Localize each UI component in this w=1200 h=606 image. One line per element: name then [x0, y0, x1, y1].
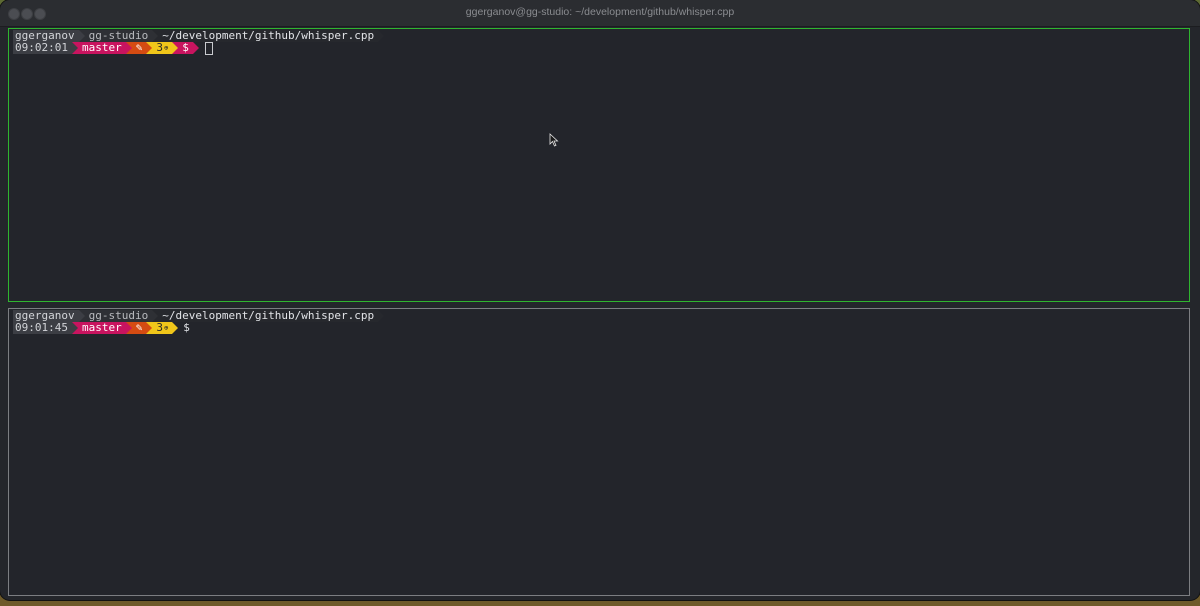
git-branch: master	[77, 322, 126, 334]
prompt-info-line: ggerganov gg-studio ~/development/github/w…	[13, 30, 385, 42]
prompt-symbol: $	[183, 321, 190, 334]
title-bar[interactable]: ggerganov@gg-studio: ~/development/githu…	[0, 0, 1200, 27]
git-status-count-value: 3	[156, 41, 163, 54]
terminal-window: ggerganov@gg-studio: ~/development/githu…	[0, 0, 1200, 600]
git-modified-icon: ✎	[131, 322, 147, 334]
text-cursor	[204, 41, 213, 55]
prompt-path: ~/development/github/whisper.cpp	[158, 30, 379, 42]
terminal-pane-top[interactable]: ggerganov gg-studio ~/development/github/w…	[8, 28, 1190, 302]
prompt-path: ~/development/github/whisper.cpp	[158, 310, 379, 322]
prompt-input-line[interactable]: 09:01:45 master ✎ 3 ⊕ $	[13, 322, 195, 334]
prompt-time: 09:02:01	[13, 42, 72, 54]
terminal-pane-bottom[interactable]: ggerganov gg-studio ~/development/github/w…	[8, 308, 1190, 596]
powerline-separator	[192, 42, 199, 54]
powerline-separator	[378, 30, 385, 42]
git-status-count: 3 ⊕	[152, 321, 173, 334]
prompt-input-line[interactable]: 09:02:01 master ✎ 3 ⊕ $	[13, 41, 213, 55]
git-modified-icon: ✎	[131, 42, 147, 54]
prompt-info-line: ggerganov gg-studio ~/development/github/w…	[13, 310, 385, 322]
git-branch: master	[77, 42, 126, 54]
git-stash-icon: ⊕	[163, 324, 169, 332]
git-status-count: 3 ⊕	[152, 41, 173, 54]
git-status-count-value: 3	[156, 321, 163, 334]
window-title: ggerganov@gg-studio: ~/development/githu…	[465, 6, 735, 18]
prompt-time: 09:01:45	[13, 322, 72, 334]
powerline-separator	[378, 310, 385, 322]
git-stash-icon: ⊕	[163, 44, 169, 52]
prompt-symbol: $	[178, 42, 193, 54]
mouse-pointer-icon	[549, 133, 559, 147]
